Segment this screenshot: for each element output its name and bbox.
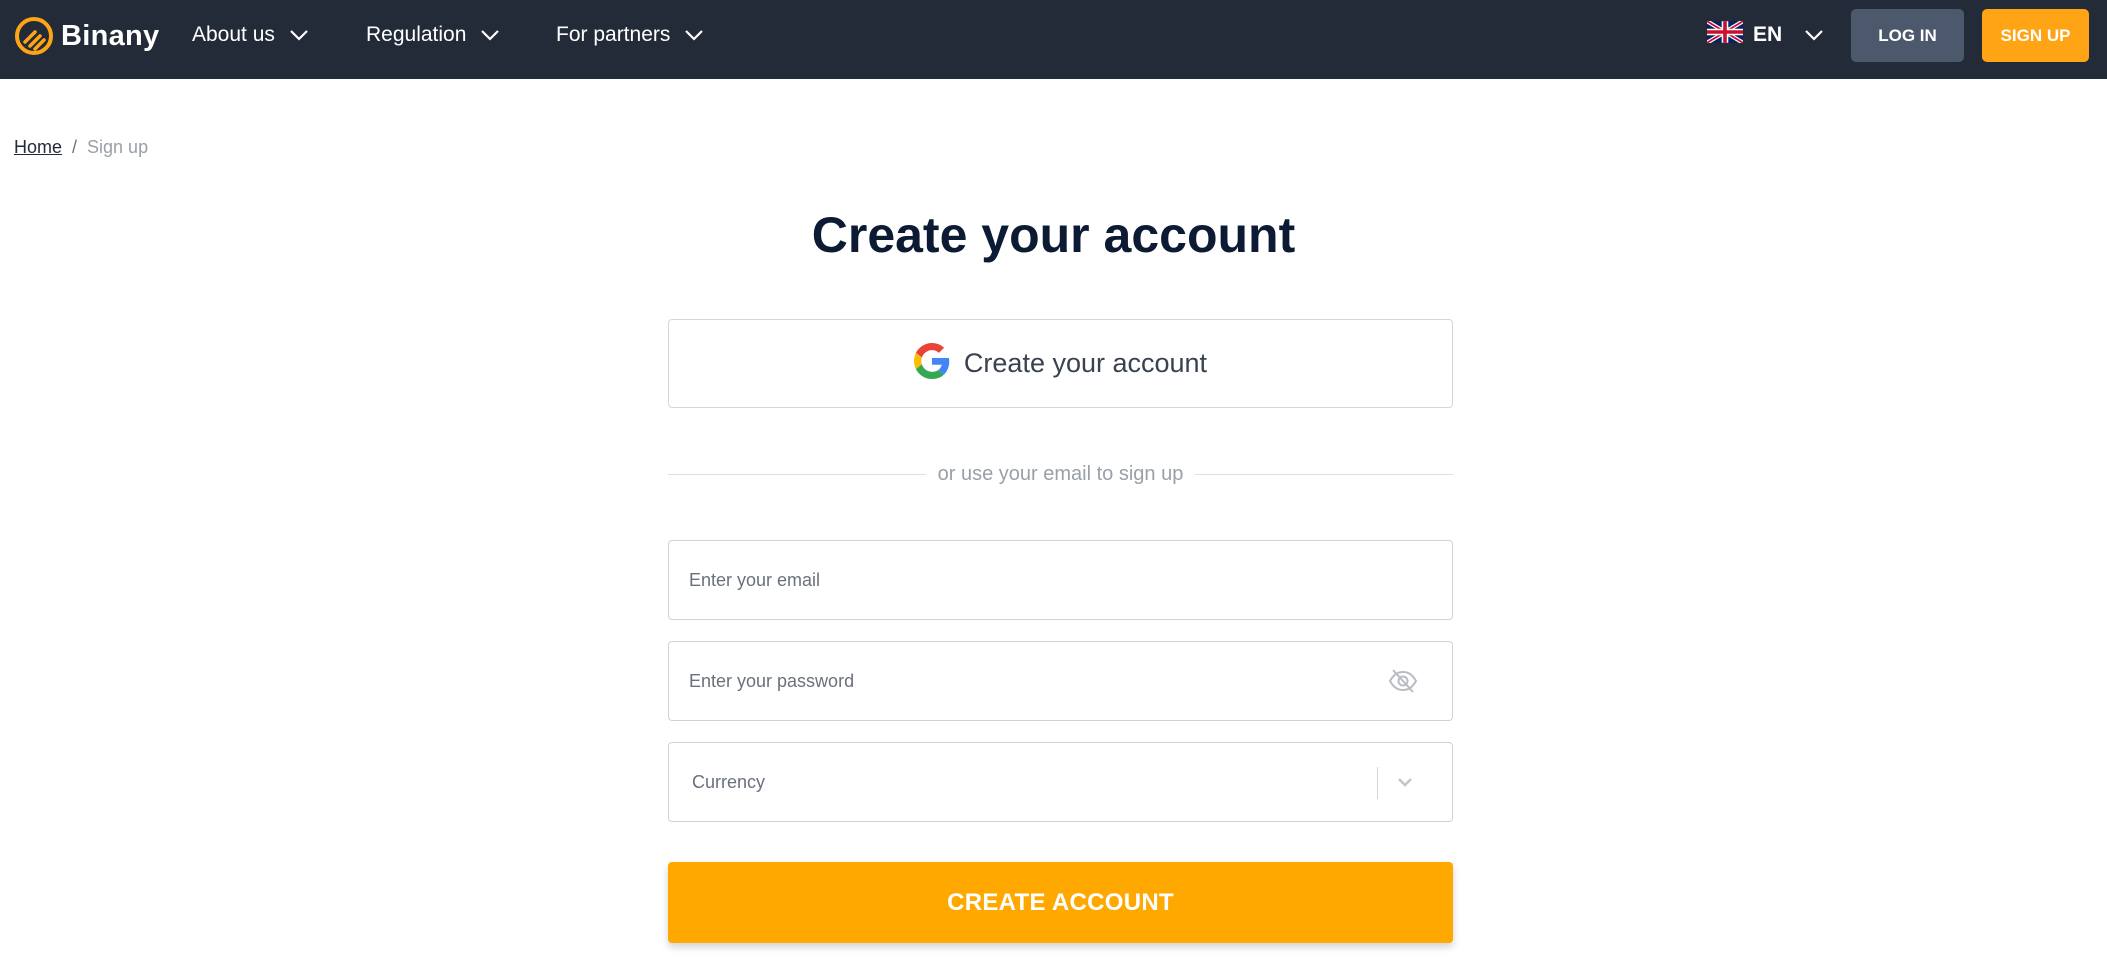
email-input[interactable] — [669, 541, 1452, 619]
google-icon — [913, 343, 950, 384]
chevron-down-icon — [480, 29, 500, 41]
divider-line-right — [1195, 473, 1453, 475]
google-signup-label: Create your account — [963, 348, 1208, 378]
nav-regulation-label: Regulation — [366, 23, 467, 46]
nav-for-partners-label: For partners — [556, 23, 671, 46]
breadcrumb-home-link[interactable]: Home — [14, 137, 62, 158]
nav-about-us-label: About us — [192, 23, 275, 46]
divider-text: or use your email to sign up — [937, 462, 1184, 485]
breadcrumb-separator: / — [72, 137, 78, 157]
breadcrumb: Home / Sign up — [14, 137, 148, 158]
currency-select[interactable]: Currency — [668, 742, 1453, 822]
chevron-down-icon — [289, 29, 309, 41]
google-signup-button[interactable]: Create your account — [668, 319, 1453, 408]
password-input[interactable] — [669, 642, 1452, 720]
chevron-down-icon — [684, 29, 704, 41]
nav-about-us[interactable]: About us — [192, 18, 309, 52]
login-button[interactable]: LOG IN — [1851, 9, 1964, 62]
top-navbar: Binany About us Regulation For partners — [0, 0, 2107, 79]
chevron-down-icon — [1804, 23, 1824, 47]
language-selector[interactable]: EN — [1705, 18, 1824, 52]
uk-flag-icon — [1705, 19, 1745, 49]
divider-line-left — [668, 473, 926, 475]
breadcrumb-current: Sign up — [87, 137, 149, 157]
binany-logo-icon — [13, 15, 55, 57]
email-field-wrapper — [668, 540, 1453, 620]
currency-placeholder: Currency — [692, 771, 766, 792]
create-account-button[interactable]: CREATE ACCOUNT — [668, 862, 1453, 943]
eye-off-icon[interactable] — [1388, 668, 1418, 699]
brand-name: Binany — [61, 19, 160, 52]
language-code: EN — [1753, 23, 1783, 46]
chevron-down-icon — [1393, 768, 1417, 801]
currency-separator — [1377, 767, 1378, 799]
email-divider: or use your email to sign up — [668, 462, 1453, 486]
nav-for-partners[interactable]: For partners — [556, 18, 704, 52]
password-field-wrapper — [668, 641, 1453, 721]
page-title: Create your account — [811, 207, 1296, 263]
brand-logo[interactable]: Binany — [13, 14, 160, 58]
signup-button[interactable]: SIGN UP — [1982, 9, 2089, 62]
nav-regulation[interactable]: Regulation — [366, 18, 500, 52]
